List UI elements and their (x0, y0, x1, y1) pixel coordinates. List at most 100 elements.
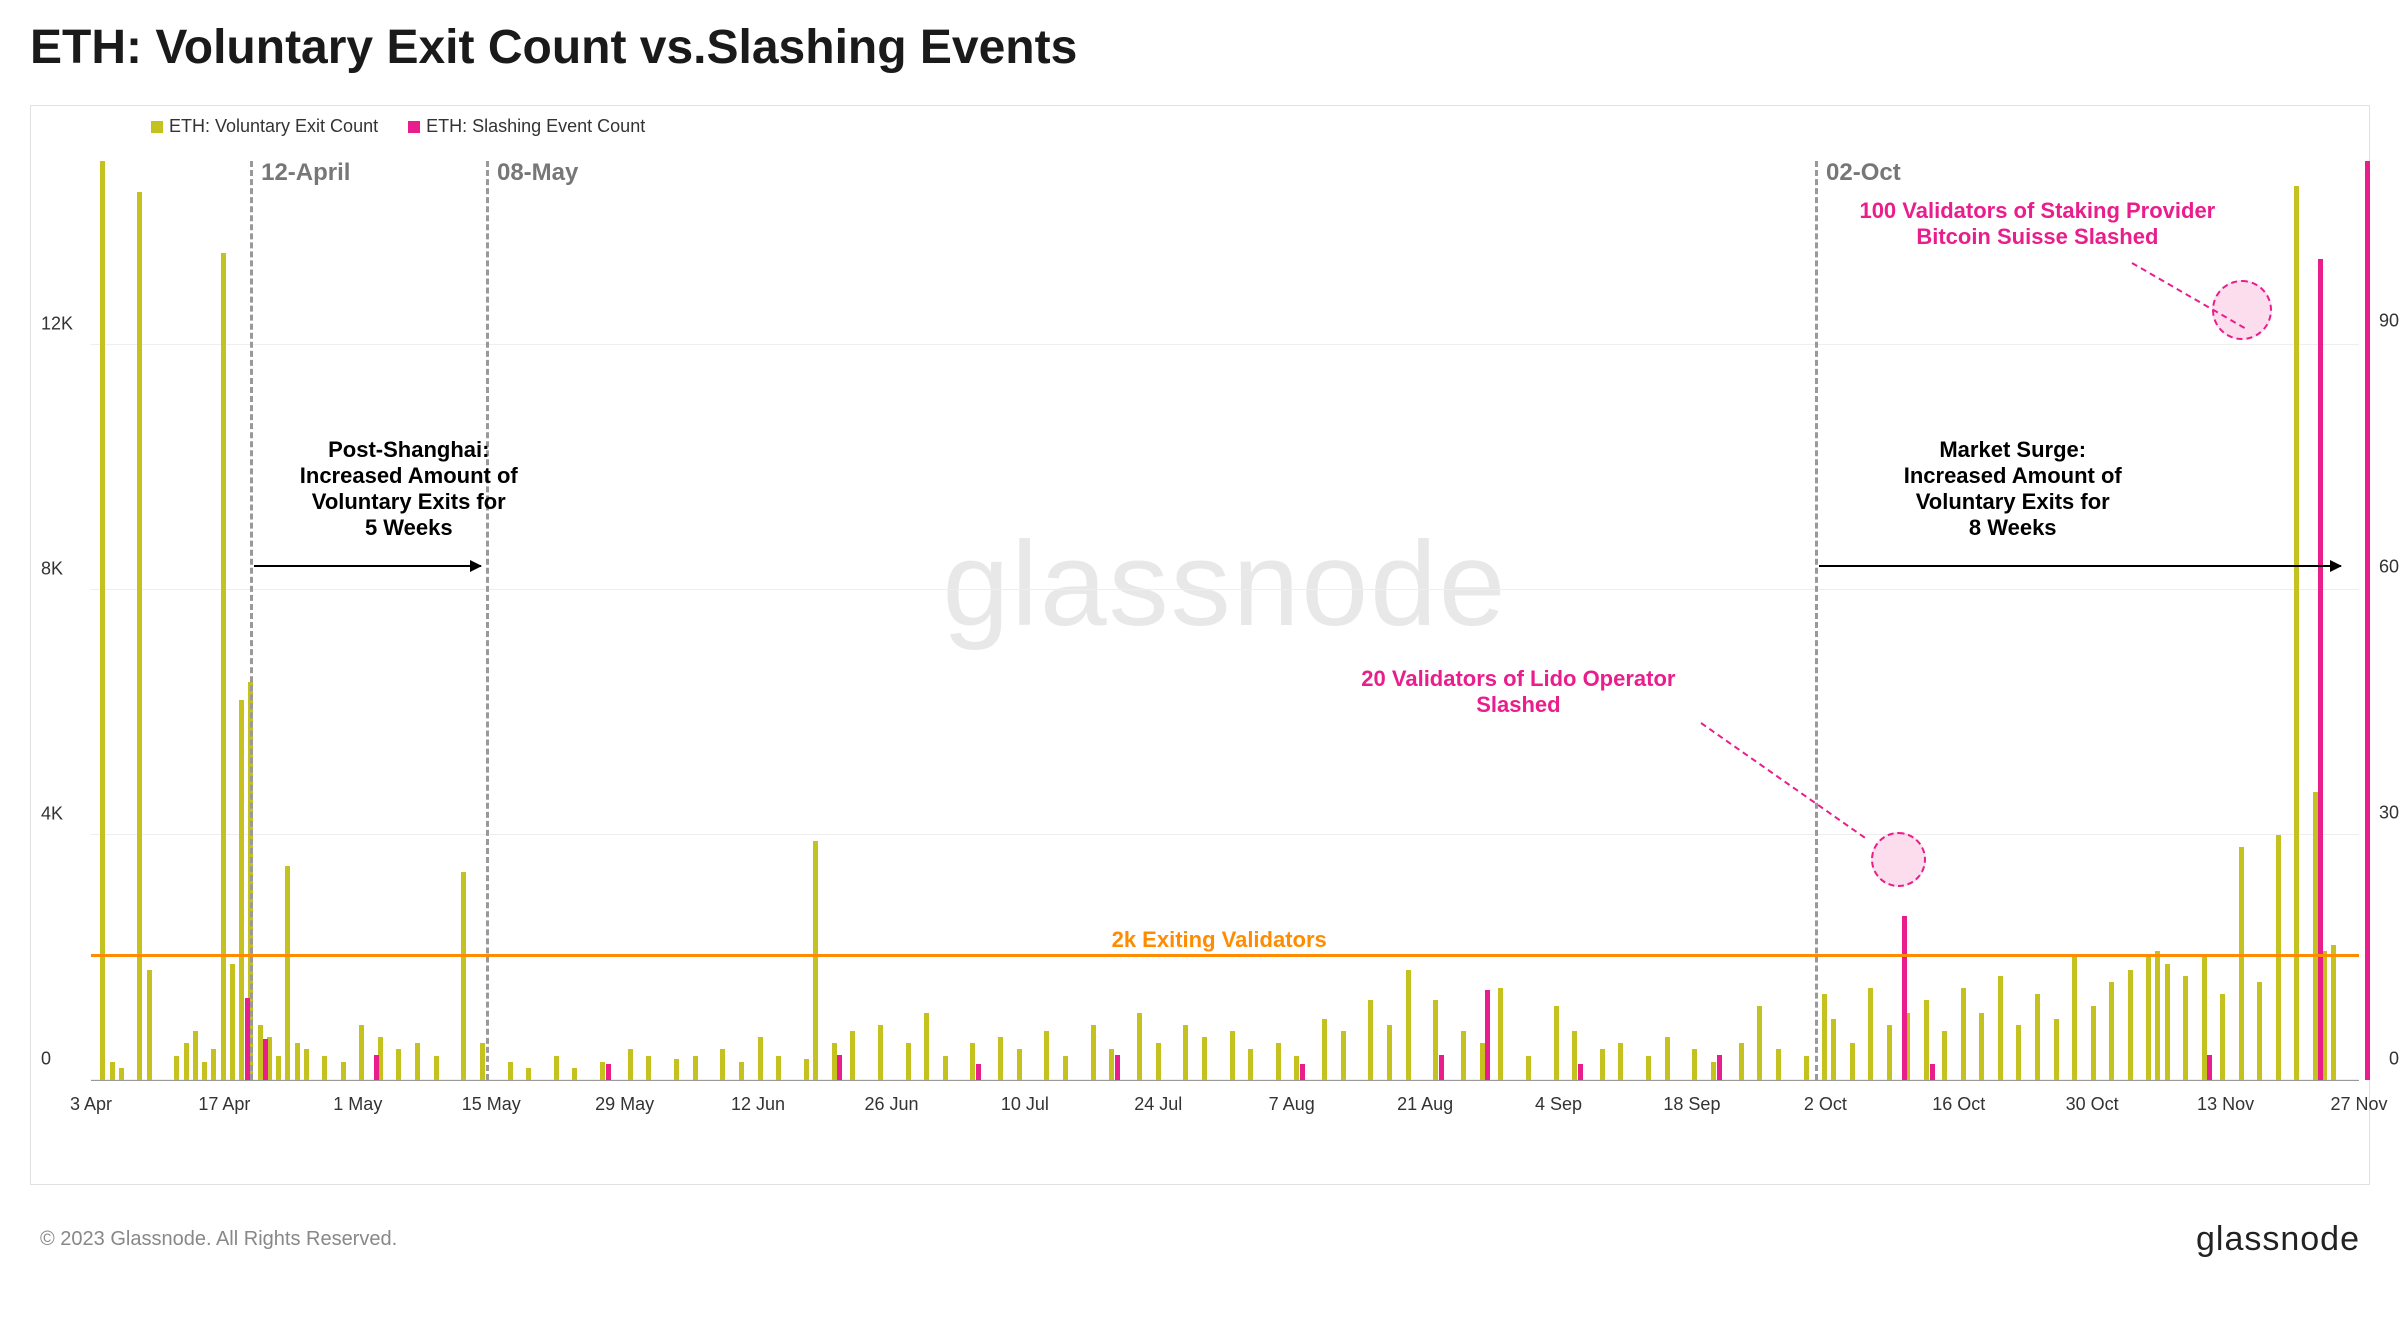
bar-voluntary-exit (878, 1025, 883, 1080)
bar-voluntary-exit (2202, 957, 2207, 1080)
x-tick: 7 Aug (1269, 1094, 1315, 1115)
x-tick: 1 May (333, 1094, 382, 1115)
bar-voluntary-exit (258, 1025, 263, 1080)
arrow-indicator (1819, 565, 2341, 567)
bar-voluntary-exit (1322, 1019, 1327, 1080)
bar-voluntary-exit (184, 1043, 189, 1080)
bar-voluntary-exit (1406, 970, 1411, 1080)
bar-voluntary-exit (304, 1049, 309, 1080)
bar-voluntary-exit (276, 1056, 281, 1081)
bar-voluntary-exit (1091, 1025, 1096, 1080)
bar-voluntary-exit (434, 1056, 439, 1081)
x-tick: 10 Jul (1001, 1094, 1049, 1115)
bar-voluntary-exit (572, 1068, 577, 1080)
bar-slashing (976, 1064, 981, 1080)
bar-voluntary-exit (1961, 988, 1966, 1080)
x-tick: 24 Jul (1134, 1094, 1182, 1115)
bar-voluntary-exit (508, 1062, 513, 1080)
bar-voluntary-exit (1600, 1049, 1605, 1080)
bar-slashing (1300, 1064, 1305, 1080)
legend-item-1: ETH: Voluntary Exit Count (151, 116, 378, 137)
bar-voluntary-exit (2016, 1025, 2021, 1080)
bar-voluntary-exit (1480, 1043, 1485, 1080)
gridline (91, 834, 2359, 835)
bar-voluntary-exit (2155, 951, 2160, 1080)
legend-swatch-2 (408, 121, 420, 133)
y-left-tick: 12K (41, 313, 73, 334)
bar-voluntary-exit (110, 1062, 115, 1080)
bar-voluntary-exit (1739, 1043, 1744, 1080)
bar-slashing (1578, 1064, 1583, 1080)
bar-voluntary-exit (137, 192, 142, 1080)
bar-voluntary-exit (1646, 1056, 1651, 1081)
bar-voluntary-exit (674, 1059, 679, 1080)
bar-voluntary-exit (600, 1062, 605, 1080)
legend-label-1: ETH: Voluntary Exit Count (169, 116, 378, 137)
bar-slashing (1930, 1064, 1935, 1080)
gridline (91, 589, 2359, 590)
footer: © 2023 Glassnode. All Rights Reserved. g… (30, 1220, 2370, 1259)
bar-voluntary-exit (1924, 1000, 1929, 1080)
x-tick: 15 May (462, 1094, 521, 1115)
legend: ETH: Voluntary Exit Count ETH: Slashing … (151, 116, 645, 137)
bar-voluntary-exit (1822, 994, 1827, 1080)
x-tick: 13 Nov (2197, 1094, 2254, 1115)
x-tick: 21 Aug (1397, 1094, 1453, 1115)
chart-title: ETH: Voluntary Exit Count vs.Slashing Ev… (30, 20, 2370, 75)
event-vline-label: 08-May (497, 159, 578, 187)
bar-voluntary-exit (646, 1056, 651, 1081)
event-vline (250, 161, 253, 1080)
bar-slashing (2365, 161, 2370, 1080)
event-vline-label: 12-April (261, 159, 350, 187)
bar-voluntary-exit (1461, 1031, 1466, 1080)
bar-voluntary-exit (341, 1062, 346, 1080)
bar-voluntary-exit (285, 866, 290, 1080)
bar-voluntary-exit (970, 1043, 975, 1080)
bar-slashing (374, 1055, 379, 1080)
bar-voluntary-exit (1757, 1006, 1762, 1080)
bar-voluntary-exit (1202, 1037, 1207, 1080)
bar-voluntary-exit (526, 1068, 531, 1080)
copyright: © 2023 Glassnode. All Rights Reserved. (40, 1228, 397, 1251)
bar-slashing (263, 1039, 268, 1080)
bar-slashing (1902, 916, 1907, 1080)
event-vline (486, 161, 489, 1080)
bar-voluntary-exit (2183, 976, 2188, 1080)
event-vline-label: 02-Oct (1826, 159, 1901, 187)
y-right-tick: 60 (2379, 556, 2399, 577)
bar-voluntary-exit (2054, 1019, 2059, 1080)
bar-voluntary-exit (2331, 945, 2336, 1080)
x-tick: 17 Apr (198, 1094, 250, 1115)
bar-slashing (837, 1055, 842, 1080)
bar-slashing (1485, 990, 1490, 1080)
bar-voluntary-exit (461, 872, 466, 1080)
bar-voluntary-exit (776, 1056, 781, 1081)
bar-voluntary-exit (1341, 1031, 1346, 1080)
x-tick: 12 Jun (731, 1094, 785, 1115)
highlight-circle (2212, 280, 2272, 340)
bar-voluntary-exit (1850, 1043, 1855, 1080)
bar-voluntary-exit (758, 1037, 763, 1080)
brand-logo: glassnode (2196, 1220, 2360, 1259)
bar-voluntary-exit (832, 1043, 837, 1080)
x-tick: 30 Oct (2066, 1094, 2119, 1115)
bar-voluntary-exit (2313, 792, 2318, 1080)
bar-voluntary-exit (2091, 1006, 2096, 1080)
bar-voluntary-exit (998, 1037, 1003, 1080)
annotation-lido: 20 Validators of Lido Operator Slashed (1338, 666, 1698, 718)
bar-slashing (606, 1064, 611, 1080)
bar-slashing (1439, 1055, 1444, 1080)
bar-voluntary-exit (1017, 1049, 1022, 1080)
reference-line-label: 2k Exiting Validators (1112, 927, 1327, 953)
x-tick: 29 May (595, 1094, 654, 1115)
reference-line (91, 954, 2359, 957)
annotation-post-shanghai: Post-Shanghai: Increased Amount of Volun… (284, 437, 534, 541)
bar-voluntary-exit (1887, 1025, 1892, 1080)
bar-voluntary-exit (1979, 1013, 1984, 1080)
bar-voluntary-exit (1368, 1000, 1373, 1080)
annotation-market-surge: Market Surge: Increased Amount of Volunt… (1883, 437, 2143, 541)
plot-area: glassnode 04K8K12K03060903 Apr17 Apr1 Ma… (91, 161, 2359, 1081)
x-tick: 27 Nov (2330, 1094, 2387, 1115)
y-right-tick: 30 (2379, 802, 2399, 823)
bar-voluntary-exit (1498, 988, 1503, 1080)
